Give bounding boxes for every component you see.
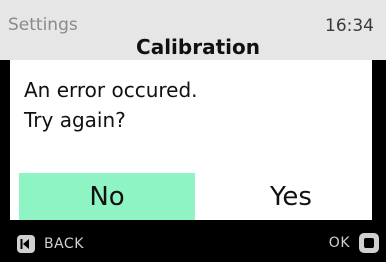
back-label: BACK xyxy=(44,236,84,252)
error-dialog: An error occured. Try again? No Yes xyxy=(10,60,372,220)
no-button[interactable]: No xyxy=(19,173,195,220)
clock: 16:34 xyxy=(325,16,374,36)
section-label: Settings xyxy=(8,15,78,35)
header-bar: Settings 16:34 Calibration xyxy=(0,0,386,60)
message-line: Try again? xyxy=(24,108,126,132)
page-title: Calibration xyxy=(136,35,260,59)
footer-bar: BACK OK xyxy=(0,220,386,262)
yes-button[interactable]: Yes xyxy=(206,173,376,220)
message-line: An error occured. xyxy=(24,78,198,102)
back-button[interactable]: BACK xyxy=(16,234,84,254)
back-icon xyxy=(16,234,36,254)
device-screen: Settings 16:34 Calibration An error occu… xyxy=(0,0,386,262)
ok-square-icon xyxy=(358,232,380,254)
ok-button[interactable]: OK xyxy=(329,232,380,254)
ok-label: OK xyxy=(328,235,350,251)
dialog-message: An error occured. Try again? xyxy=(24,75,198,135)
